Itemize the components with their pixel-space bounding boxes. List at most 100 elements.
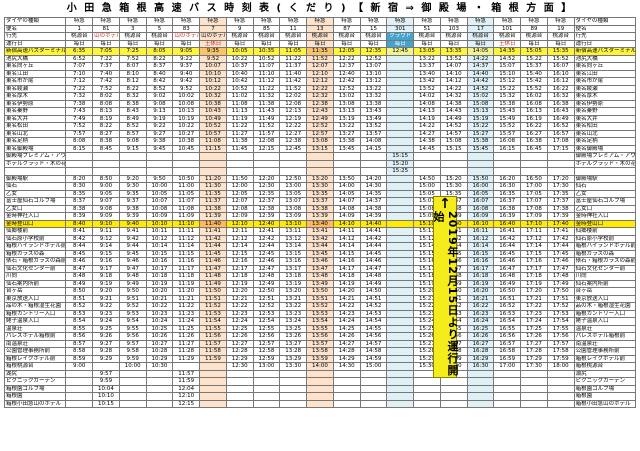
time-cell: 毎日 [145, 39, 174, 48]
time-cell [359, 159, 388, 168]
time-cell: 11:24 [172, 317, 201, 326]
time-cell: 13:02 [332, 92, 361, 101]
time-cell: 14:14 [332, 242, 361, 251]
time-cell [386, 92, 415, 101]
time-cell: 9:28 [92, 347, 120, 356]
row-label-right: パレスホテル箱根前 [573, 332, 637, 341]
time-cell: 13:18 [279, 272, 308, 281]
time-cell: 12:57 [306, 129, 334, 138]
time-cell: 14:26 [332, 332, 361, 341]
time-cell: 16:14 [466, 242, 495, 251]
time-cell: 9:00 [65, 362, 94, 371]
row-label: 箱根ガラスの森 [3, 249, 67, 258]
time-cell: 8:55 [65, 324, 94, 333]
time-cell: 17:07 [520, 197, 548, 206]
time-cell: 11:05 [172, 189, 201, 198]
time-cell: 1 [65, 24, 94, 33]
time-cell: 13:35 [439, 47, 468, 56]
time-cell: 14:44 [359, 242, 388, 251]
time-cell: 10:19 [145, 279, 174, 288]
time-cell: 桃源台 [520, 32, 548, 41]
time-cell: 17:30 [520, 362, 548, 371]
time-cell: クラウド [386, 32, 415, 41]
row-label: 温泉荘 [3, 324, 67, 333]
time-cell [386, 294, 415, 303]
time-cell: 11:37 [279, 62, 308, 71]
row-label-right: 東名御殿場 [573, 144, 637, 153]
time-cell: 10:52 [225, 84, 254, 93]
time-cell: 特急 [439, 17, 468, 26]
time-cell: 11:57 [199, 339, 227, 348]
time-cell: 16:00 [466, 182, 495, 191]
row-label: ホテルクラッド・木の花の湯 [3, 159, 67, 168]
time-cell: 14:40 [466, 69, 495, 78]
time-cell: 14:47 [359, 264, 388, 273]
time-cell: 13:55 [306, 324, 334, 333]
time-cell: 12:17 [225, 264, 254, 273]
time-cell: 17:35 [546, 189, 575, 198]
time-cell: 16:45 [493, 249, 522, 258]
time-cell: 7:49 [65, 114, 94, 123]
time-cell: 10:10 [145, 219, 174, 228]
timetable-row: 乙女 8:35 9:05 9:35 10:05 11:05 11:35 12:05 12:35 1… [3, 189, 637, 198]
time-cell: 山のホテル [92, 32, 120, 41]
time-cell: 12:51 [252, 294, 281, 303]
time-cell: 17:25 [520, 324, 548, 333]
time-cell: 13:51 [306, 294, 334, 303]
time-cell: 9:38 [118, 204, 147, 213]
time-cell: 16:02 [520, 92, 548, 101]
row-label: 金時神社入口 [3, 212, 67, 221]
time-cell: 8:38 [118, 99, 147, 108]
time-cell: 9:40 [172, 69, 201, 78]
time-cell: 11:53 [199, 309, 227, 318]
time-cell: 15:27 [466, 129, 495, 138]
time-cell: 9:20 [118, 174, 147, 183]
time-cell: 特急 [65, 17, 94, 26]
time-cell: 10:27 [172, 129, 201, 138]
notice-text: 2019年12月15日より運行開始 [432, 211, 459, 377]
time-cell: 17:24 [520, 317, 548, 326]
time-cell: 10:08 [145, 204, 174, 213]
time-cell [386, 392, 415, 401]
time-cell: 12:54 [252, 317, 281, 326]
time-cell [466, 377, 495, 386]
time-cell [386, 332, 415, 341]
time-cell [199, 392, 227, 401]
time-cell: 11:52 [306, 54, 334, 63]
time-cell: 14:07 [439, 62, 468, 71]
time-cell [386, 54, 415, 63]
row-label: 台ヶ岳 [3, 287, 67, 296]
time-cell: 11:11 [172, 227, 201, 236]
time-cell [65, 167, 94, 176]
time-cell [439, 384, 468, 393]
time-cell: 12:55 [252, 324, 281, 333]
time-cell: 11:54 [199, 317, 227, 326]
time-cell [413, 377, 441, 386]
time-cell: 11:12 [252, 77, 281, 86]
time-cell: 10:19 [172, 114, 201, 123]
time-cell: 13:49 [359, 114, 388, 123]
time-cell: 7:57 [65, 129, 94, 138]
time-cell [359, 369, 388, 378]
time-cell: 14:27 [332, 339, 361, 348]
time-cell: 14:07 [332, 197, 361, 206]
time-cell: 16:20 [466, 287, 495, 296]
time-cell: 6:52 [65, 54, 94, 63]
time-cell: 13:59 [306, 354, 334, 363]
row-label: 乙女口 [3, 204, 67, 213]
time-cell: 13:52 [439, 54, 468, 63]
time-cell: 16:35 [493, 189, 522, 198]
time-cell: 11:10 [172, 219, 201, 228]
row-label: 池尻大橋 [3, 54, 67, 63]
time-cell: 7:10 [65, 69, 94, 78]
time-cell [359, 167, 388, 176]
time-cell: 特急 [92, 17, 120, 26]
timetable-row: 仙石文化センター前 8:47 9:17 9:47 10:17 11:17 11:47 12:1… [3, 264, 637, 273]
time-cell: 17:59 [546, 354, 575, 363]
time-cell: 9:57 [92, 369, 120, 378]
time-cell: 8:46 [65, 257, 94, 266]
time-cell [118, 392, 147, 401]
time-cell: 11:42 [199, 234, 227, 243]
time-cell: 毎日 [332, 39, 361, 48]
time-cell: 10:08 [172, 99, 201, 108]
